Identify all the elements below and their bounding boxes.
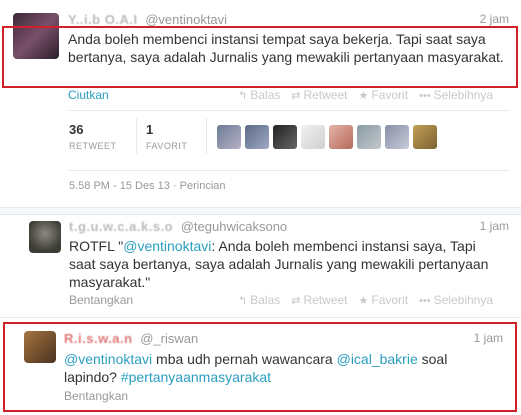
retweeter-avatar[interactable] [301, 125, 325, 149]
retweet-button[interactable]: ⇄ Retweet [291, 293, 347, 307]
retweeter-avatar[interactable] [357, 125, 381, 149]
retweeter-avatar[interactable] [385, 125, 409, 149]
expand-link[interactable]: Bentangkan [64, 389, 128, 403]
author-name[interactable]: Y..i.b O.A.I [68, 12, 138, 27]
more-icon: ••• [419, 90, 431, 102]
tweet-actions: ↰ Balas ⇄ Retweet ★ Favorit ••• Selebihnya [238, 88, 493, 102]
divider [0, 207, 521, 215]
retweeter-avatar[interactable] [329, 125, 353, 149]
retweet-stat[interactable]: 36 RETWEET [69, 122, 117, 151]
retweet-stat-label: RETWEET [69, 141, 117, 151]
reply-button[interactable]: ↰ Balas [238, 293, 280, 307]
mention-link[interactable]: @ical_bakrie [337, 351, 418, 367]
divider [206, 118, 207, 154]
more-button[interactable]: ••• Selebihnya [419, 293, 493, 307]
retweet-count: 36 [69, 122, 84, 137]
retweeter-avatar[interactable] [413, 125, 437, 149]
divider [68, 110, 509, 111]
retweeter-avatar[interactable] [273, 125, 297, 149]
tweet-text: ROTFL "@ventinoktavi: Anda boleh membenc… [69, 238, 489, 290]
divider [136, 118, 137, 154]
author-name[interactable]: t.g.u.w.c.a.k.s.o [69, 219, 173, 234]
mention-link[interactable]: @ventinoktavi [64, 351, 152, 367]
author-handle[interactable]: @teguhwicaksono [181, 219, 287, 234]
favorite-stat-label: FAVORIT [146, 141, 188, 151]
reply-button[interactable]: ↰ Balas [238, 88, 280, 102]
retweeter-avatar[interactable] [245, 125, 269, 149]
favorite-stat[interactable]: 1 FAVORIT [146, 122, 187, 151]
author-handle[interactable]: @ventinoktavi [145, 12, 227, 27]
tweet-timestamp[interactable]: 5.58 PM - 15 Des 13 · Perincian [69, 180, 226, 192]
retweet-icon: ⇄ [291, 90, 301, 102]
reply-icon: ↰ [238, 295, 248, 307]
mention-link[interactable]: @ventinoktavi [123, 238, 211, 254]
tweet-time[interactable]: 1 jam [480, 219, 509, 233]
divider [0, 317, 521, 318]
more-button[interactable]: ••• Selebihnya [419, 88, 493, 102]
favorite-button[interactable]: ★ Favorit [359, 293, 409, 307]
retweet-button[interactable]: ⇄ Retweet [291, 88, 347, 102]
reply-icon: ↰ [238, 90, 248, 102]
tweet-text: Anda boleh membenci instansi tempat saya… [68, 31, 504, 65]
tweet-actions: ↰ Balas ⇄ Retweet ★ Favorit ••• Selebihnya [238, 293, 493, 307]
collapse-link[interactable]: Ciutkan [68, 88, 109, 102]
divider [68, 170, 509, 171]
retweeter-avatar[interactable] [217, 125, 241, 149]
avatar[interactable] [29, 221, 61, 253]
favorite-button[interactable]: ★ Favorit [359, 88, 409, 102]
star-icon: ★ [358, 90, 369, 102]
retweet-icon: ⇄ [291, 295, 301, 307]
author-handle[interactable]: @_riswan [140, 331, 198, 346]
avatar[interactable] [24, 331, 56, 363]
more-icon: ••• [419, 295, 431, 307]
author-name[interactable]: R.i.s.w.a.n [64, 331, 133, 346]
favorite-count: 1 [146, 122, 154, 137]
star-icon: ★ [358, 295, 369, 307]
hashtag-link[interactable]: #pertanyaanmasyarakat [121, 369, 271, 385]
tweet-time[interactable]: 2 jam [480, 12, 509, 26]
tweet-text: @ventinoktavi mba udh pernah wawancara @… [64, 351, 448, 385]
tweet-time[interactable]: 1 jam [474, 331, 503, 345]
expand-link[interactable]: Bentangkan [69, 293, 133, 307]
